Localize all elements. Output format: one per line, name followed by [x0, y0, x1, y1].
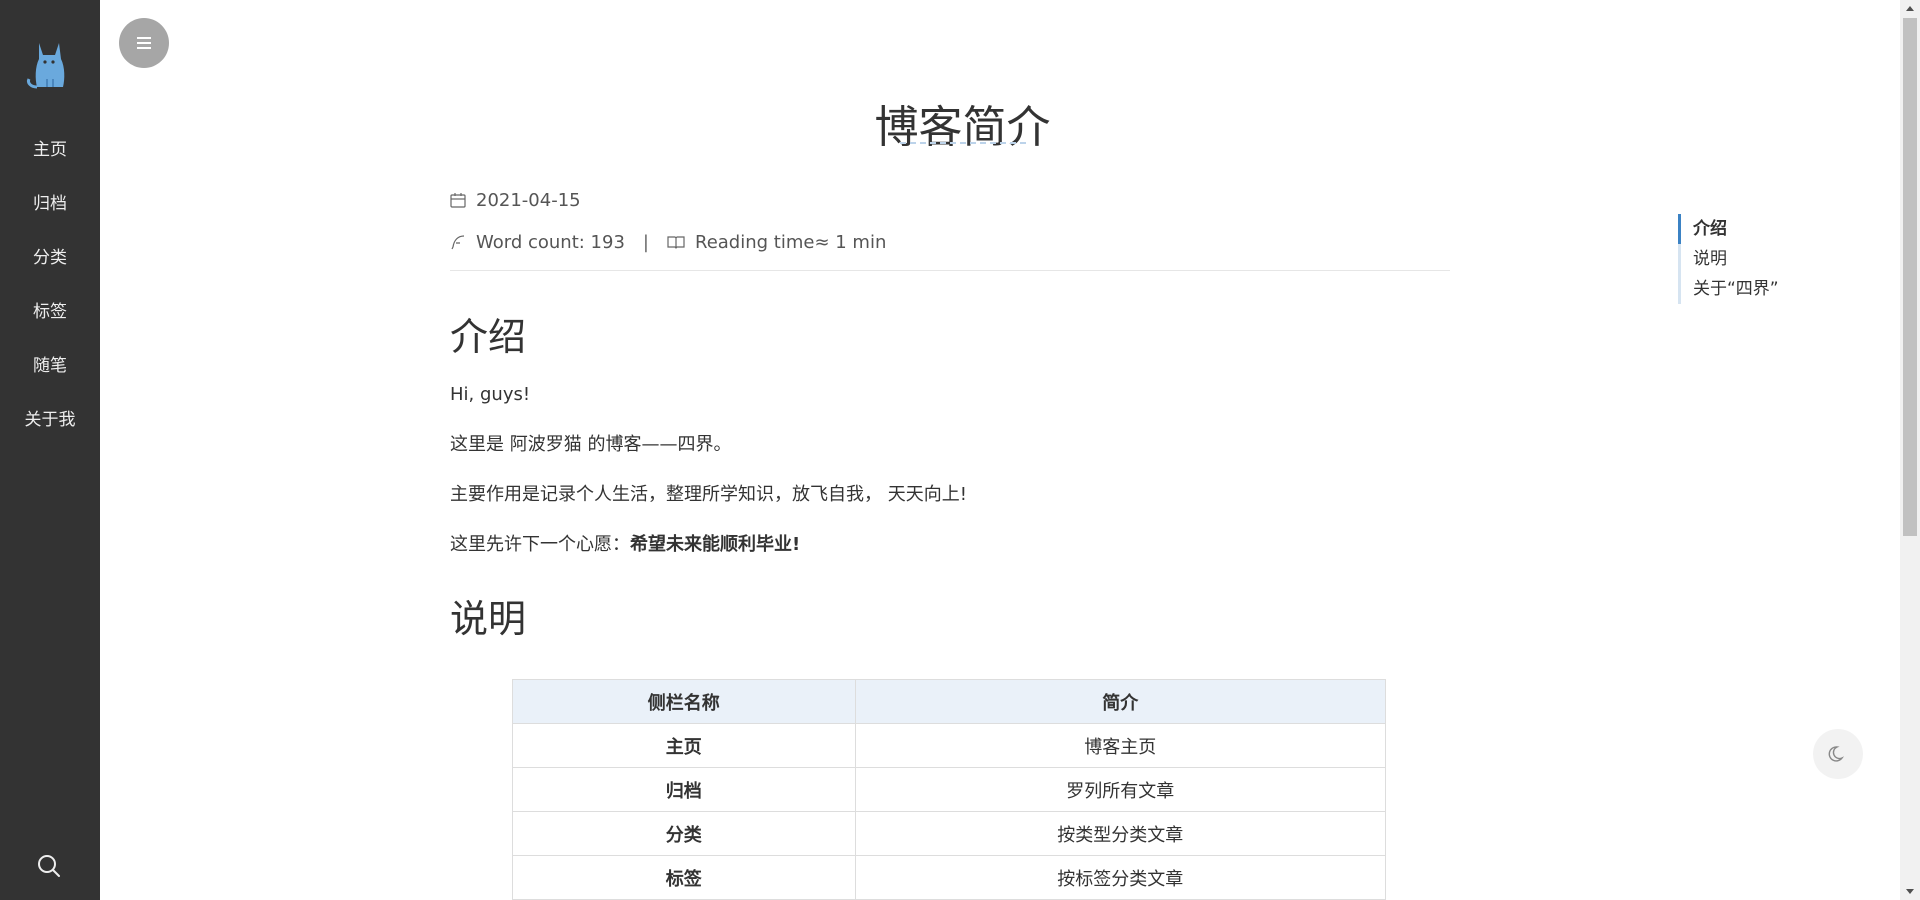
post-date: 2021-04-15: [476, 189, 581, 211]
paragraph: 这里是 阿波罗猫 的博客——四界。: [450, 434, 732, 455]
paragraph: 主要作用是记录个人生活，整理所学知识，放飞自我， 天天向上!: [450, 484, 967, 505]
post-meta: 2021-04-15 Word count: 193 | Reading tim…: [450, 186, 1450, 256]
section-heading-intro: 介绍: [450, 315, 527, 359]
book-icon: [667, 236, 685, 249]
word-count: Word count: 193: [476, 231, 625, 253]
cat-logo-icon[interactable]: [25, 35, 75, 91]
table-of-contents: 介绍 说明 关于“四界”: [1678, 214, 1779, 304]
sidebar-item-label: 归档: [33, 194, 67, 214]
table-cell: 博客主页: [854, 723, 1387, 768]
table-cell: 按标签分类文章: [854, 855, 1387, 900]
sidebar-item-label: 分类: [33, 248, 67, 268]
sidebar-description-table: 侧栏名称 简介 主页 博客主页 归档 罗列所有文章 分类 按类型分类文章 标签 …: [512, 679, 1387, 900]
paragraph: Hi, guys!: [450, 384, 531, 405]
table-cell: 罗列所有文章: [854, 767, 1387, 812]
table-cell: 分类: [512, 811, 856, 856]
page-title: 博客简介: [874, 102, 1051, 154]
sidebar-item-label: 随笔: [33, 356, 67, 376]
reading-time: Reading time≈ 1 min: [695, 231, 887, 253]
sidebar-item-archive[interactable]: 归档: [0, 187, 100, 241]
feather-icon: [451, 235, 465, 250]
moon-icon: [1828, 746, 1845, 762]
scrollbar[interactable]: [1900, 0, 1920, 900]
sidebar-item-label: 关于我: [24, 410, 76, 430]
table-cell: 归档: [512, 767, 856, 812]
scroll-up-icon[interactable]: [1900, 0, 1920, 16]
table-header-cell: 侧栏名称: [512, 679, 856, 724]
scroll-thumb[interactable]: [1903, 18, 1917, 536]
toc-item-about-sijie[interactable]: 关于“四界”: [1693, 274, 1779, 304]
meta-divider: [450, 270, 1450, 271]
section-heading-desc: 说明: [450, 597, 527, 641]
table-row: 标签 按标签分类文章: [512, 855, 1387, 900]
table-cell: 标签: [512, 855, 856, 900]
table-cell: 按类型分类文章: [854, 811, 1387, 856]
search-icon[interactable]: [36, 853, 62, 879]
sidebar: 主页 归档 分类 标签 随笔 关于我: [0, 0, 100, 900]
table-row: 归档 罗列所有文章: [512, 767, 1387, 812]
scroll-down-icon[interactable]: [1900, 884, 1920, 900]
calendar-icon: [450, 193, 466, 208]
table-cell: 主页: [512, 723, 856, 768]
sidebar-item-label: 主页: [33, 140, 67, 160]
sidebar-item-home[interactable]: 主页: [0, 133, 100, 187]
toc-item-intro[interactable]: 介绍: [1678, 214, 1779, 244]
table-row: 主页 博客主页: [512, 723, 1387, 768]
sidebar-item-label: 标签: [33, 302, 67, 322]
table-header-row: 侧栏名称 简介: [512, 679, 1387, 724]
sidebar-item-tags[interactable]: 标签: [0, 295, 100, 349]
meta-separator: |: [642, 231, 649, 253]
wish-bold: 希望未来能顺利毕业!: [630, 534, 801, 555]
table-header-cell: 简介: [854, 679, 1387, 724]
article-content: 介绍 Hi, guys! 这里是 阿波罗猫 的博客——四界。 主要作用是记录个人…: [450, 310, 1450, 646]
toc-item-desc[interactable]: 说明: [1693, 244, 1779, 274]
menu-toggle-button[interactable]: [119, 18, 169, 68]
dark-mode-toggle[interactable]: [1813, 729, 1863, 779]
table-row: 分类 按类型分类文章: [512, 811, 1387, 856]
wish-prefix: 这里先许下一个心愿：: [450, 534, 630, 555]
paragraph: 这里先许下一个心愿：希望未来能顺利毕业!: [450, 520, 1450, 570]
sidebar-item-about[interactable]: 关于我: [0, 403, 100, 457]
sidebar-item-essays[interactable]: 随笔: [0, 349, 100, 403]
title-underline: [900, 142, 1026, 144]
sidebar-nav: 主页 归档 分类 标签 随笔 关于我: [0, 133, 100, 457]
sidebar-item-categories[interactable]: 分类: [0, 241, 100, 295]
hamburger-menu-icon: [137, 37, 151, 49]
